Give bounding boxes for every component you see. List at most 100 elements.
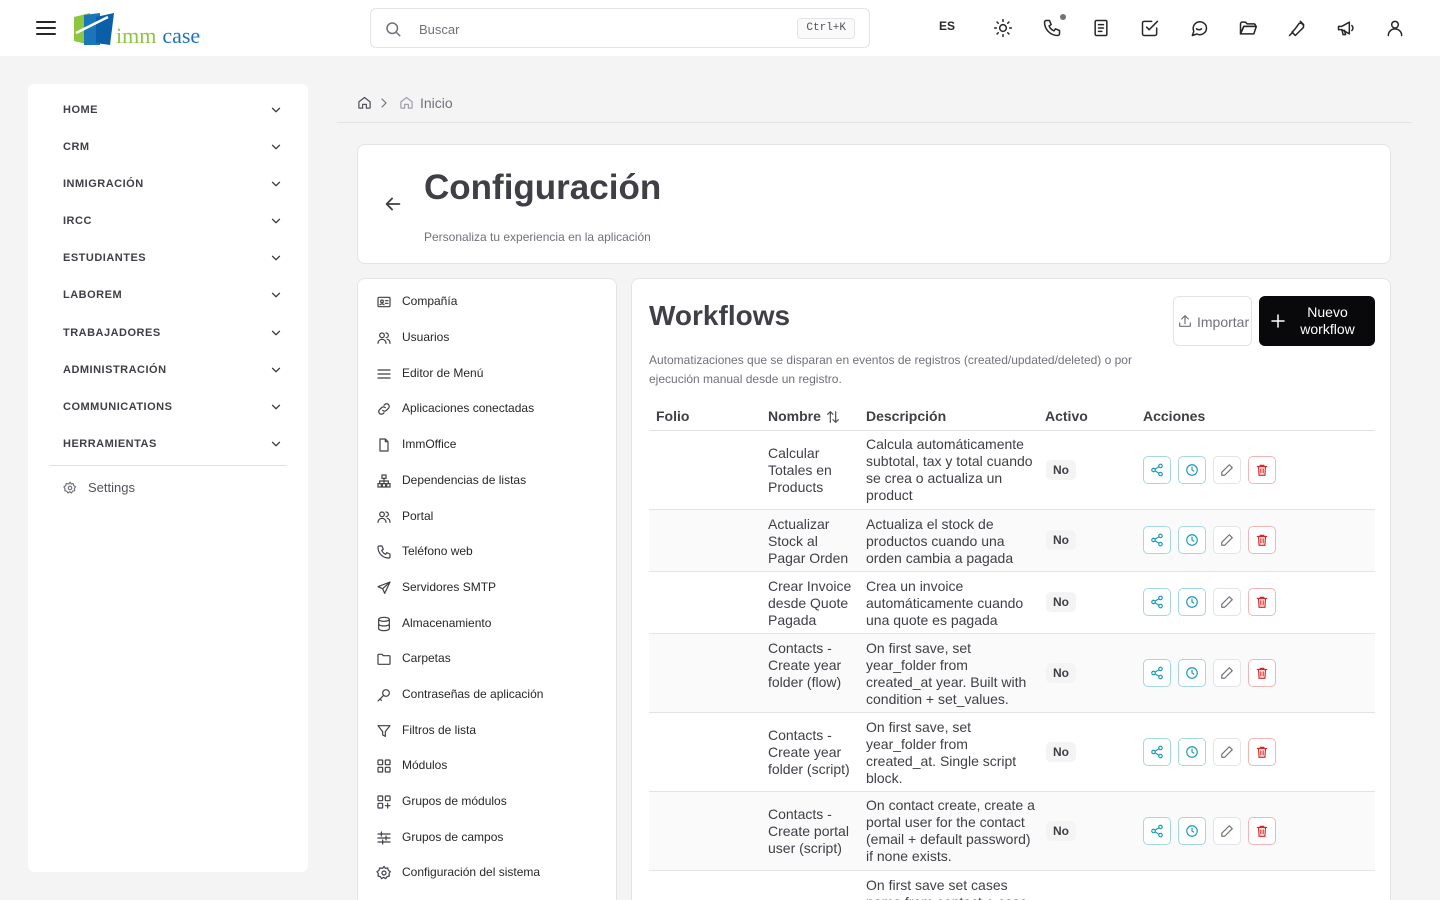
- share-button[interactable]: [1143, 588, 1171, 616]
- language-selector[interactable]: ES: [939, 19, 955, 33]
- history-button[interactable]: [1178, 817, 1206, 845]
- column-header-name[interactable]: Nombre: [768, 408, 821, 424]
- back-arrow-icon[interactable]: [382, 193, 404, 215]
- clock-icon: [1186, 746, 1198, 758]
- history-button[interactable]: [1178, 588, 1206, 616]
- table-row[interactable]: Crear Invoice desde Quote Pagada Crea un…: [649, 572, 1375, 634]
- table-row[interactable]: On first save set cases name from contac…: [649, 871, 1375, 900]
- sidebar-item-inmigracion[interactable]: INMIGRACIÓN: [63, 173, 283, 197]
- folder-open-icon[interactable]: [1238, 18, 1258, 38]
- search-input[interactable]: [419, 18, 779, 40]
- workflows-description: Automatizaciones que se disparan en even…: [649, 353, 1132, 386]
- share-button[interactable]: [1143, 659, 1171, 687]
- table-row[interactable]: Actualizar Stock al Pagar Orden Actualiz…: [649, 510, 1375, 572]
- hamburger-menu-icon[interactable]: [34, 16, 58, 40]
- share-button[interactable]: [1143, 456, 1171, 484]
- sidebar-item-home[interactable]: HOME: [63, 99, 283, 123]
- settings-item-almacenamiento[interactable]: Almacenamiento: [376, 613, 606, 635]
- settings-item-aplicaciones-conectadas[interactable]: Aplicaciones conectadas: [376, 398, 606, 420]
- settings-item-immoffice[interactable]: ImmOffice: [376, 434, 606, 456]
- sidebar-item-communications[interactable]: COMMUNICATIONS: [63, 396, 283, 420]
- column-header-active[interactable]: Activo: [1045, 408, 1088, 424]
- column-header-folio[interactable]: Folio: [656, 408, 689, 424]
- settings-item-filtros-lista[interactable]: Filtros de lista: [376, 720, 606, 742]
- settings-item-grupos-modulos[interactable]: Grupos de módulos: [376, 791, 606, 813]
- delete-button[interactable]: [1248, 588, 1276, 616]
- delete-button[interactable]: [1248, 526, 1276, 554]
- share-button[interactable]: [1143, 526, 1171, 554]
- edit-button[interactable]: [1213, 588, 1241, 616]
- settings-item-dependencias-listas[interactable]: Dependencias de listas: [376, 470, 606, 492]
- workflow-name: Crear Invoice desde Quote Pagada: [768, 578, 852, 628]
- edit-button[interactable]: [1213, 738, 1241, 766]
- users-icon: [377, 332, 391, 344]
- id-card-icon: [377, 296, 391, 308]
- workflow-description: Actualiza el stock de productos cuando u…: [866, 516, 1014, 566]
- megaphone-icon[interactable]: [1336, 18, 1356, 38]
- settings-item-grupos-campos[interactable]: Grupos de campos: [376, 827, 606, 849]
- sidebar-item-laborem[interactable]: LABOREM: [63, 284, 283, 308]
- settings-item-contrasenas-aplicacion[interactable]: Contraseñas de aplicación: [376, 684, 606, 706]
- theme-sun-icon[interactable]: [993, 18, 1013, 38]
- table-row[interactable]: Contacts - Create year folder (script) O…: [649, 713, 1375, 792]
- history-button[interactable]: [1178, 659, 1206, 687]
- sidebar-item-settings[interactable]: Settings: [63, 479, 263, 497]
- notification-dot: [1060, 14, 1066, 20]
- settings-item-telefono-web[interactable]: Teléfono web: [376, 541, 606, 563]
- hierarchy-icon: [377, 474, 391, 488]
- settings-item-portal[interactable]: Portal: [376, 506, 606, 528]
- table-row[interactable]: Calcular Totales en Products Calcula aut…: [649, 431, 1375, 510]
- app-logo[interactable]: imm case: [70, 11, 210, 48]
- settings-item-usuarios[interactable]: Usuarios: [376, 327, 606, 349]
- table-row[interactable]: Contacts - Create year folder (flow) On …: [649, 634, 1375, 713]
- notes-icon[interactable]: [1091, 18, 1111, 38]
- settings-item-compania[interactable]: Compañía: [376, 291, 606, 313]
- sidebar-item-herramientas[interactable]: HERRAMIENTAS: [63, 433, 283, 457]
- settings-menu: Compañía Usuarios Editor de Menú Aplicac…: [357, 278, 617, 900]
- settings-item-servidores-smtp[interactable]: Servidores SMTP: [376, 577, 606, 599]
- history-button[interactable]: [1178, 738, 1206, 766]
- settings-item-editor-menu[interactable]: Editor de Menú: [376, 363, 606, 385]
- delete-button[interactable]: [1248, 659, 1276, 687]
- workflow-description: On contact create, create a portal user …: [866, 797, 1035, 864]
- share-button[interactable]: [1143, 817, 1171, 845]
- sidebar-item-administracion[interactable]: ADMINISTRACIÓN: [63, 359, 283, 383]
- edit-button[interactable]: [1213, 817, 1241, 845]
- delete-button[interactable]: [1248, 817, 1276, 845]
- chat-icon[interactable]: [1189, 18, 1209, 38]
- settings-item-configuracion-sistema[interactable]: Configuración del sistema: [376, 862, 606, 884]
- settings-item-carpetas[interactable]: Carpetas: [376, 648, 606, 670]
- tools-icon[interactable]: [1287, 18, 1307, 38]
- tasks-check-icon[interactable]: [1140, 18, 1160, 38]
- user-icon[interactable]: [1385, 18, 1405, 38]
- sidebar-item-estudiantes[interactable]: ESTUDIANTES: [63, 247, 283, 271]
- history-button[interactable]: [1178, 456, 1206, 484]
- settings-item-modulos[interactable]: Módulos: [376, 755, 606, 777]
- trash-icon: [1256, 667, 1268, 679]
- active-badge: No: [1046, 460, 1076, 480]
- import-button[interactable]: Importar: [1173, 296, 1252, 346]
- global-search[interactable]: Ctrl+K: [370, 8, 870, 48]
- share-button[interactable]: [1143, 738, 1171, 766]
- sliders-icon: [377, 831, 391, 845]
- delete-button[interactable]: [1248, 456, 1276, 484]
- column-header-description[interactable]: Descripción: [866, 408, 946, 424]
- edit-button[interactable]: [1213, 456, 1241, 484]
- table-row[interactable]: Contacts - Create portal user (script) O…: [649, 792, 1375, 871]
- workflow-name: Calcular Totales en Products: [768, 445, 832, 495]
- delete-button[interactable]: [1248, 738, 1276, 766]
- new-workflow-button[interactable]: Nuevo workflow: [1259, 296, 1375, 346]
- sidebar-item-trabajadores[interactable]: TRABAJADORES: [63, 322, 283, 346]
- history-button[interactable]: [1178, 526, 1206, 554]
- edit-button[interactable]: [1213, 659, 1241, 687]
- page-subtitle: Personaliza tu experiencia en la aplicac…: [424, 230, 651, 244]
- sidebar-item-ircc[interactable]: IRCC: [63, 210, 283, 234]
- phone-icon[interactable]: [1042, 18, 1062, 38]
- pencil-icon: [1221, 534, 1233, 546]
- workflow-description: Calcula automáticamente subtotal, tax y …: [866, 436, 1033, 503]
- sort-icon[interactable]: [825, 409, 841, 425]
- sidebar-item-crm[interactable]: CRM: [63, 136, 283, 160]
- edit-button[interactable]: [1213, 526, 1241, 554]
- home-icon[interactable]: [357, 95, 372, 110]
- workflow-name: Actualizar Stock al Pagar Orden: [768, 516, 849, 566]
